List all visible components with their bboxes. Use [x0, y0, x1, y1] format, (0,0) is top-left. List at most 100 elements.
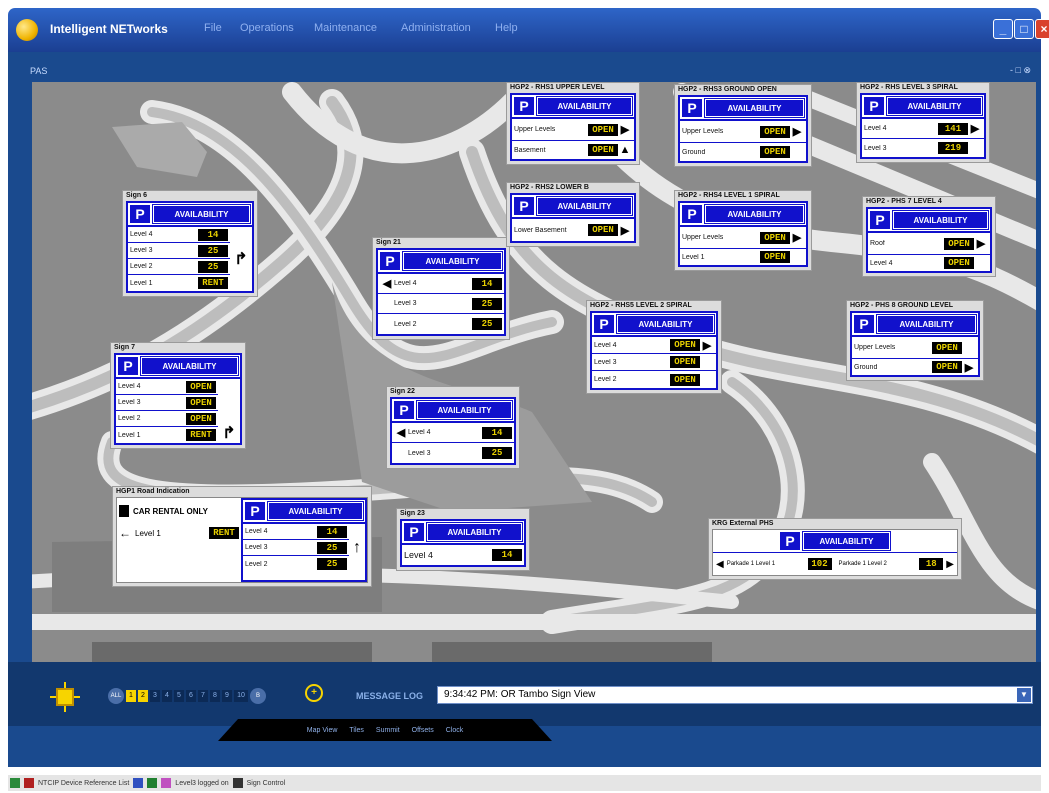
level-3-button[interactable]: 3 [150, 690, 160, 702]
parking-icon: P [514, 97, 534, 115]
level-9-button[interactable]: 9 [222, 690, 232, 702]
arrow-up-icon: ▲ [619, 144, 631, 156]
tab-tiles[interactable]: Tiles [349, 727, 364, 734]
chevron-down-icon[interactable]: ▼ [1017, 688, 1031, 702]
sign-rhs4-panel[interactable]: HGP2 - RHS4 LEVEL 1 SPIRAL P AVAILABILITY… [674, 190, 812, 271]
compass-icon[interactable] [50, 682, 80, 712]
parking-icon: P [514, 197, 534, 215]
level-6-button[interactable]: 6 [186, 690, 196, 702]
level-label: Level 4 [404, 551, 434, 559]
app-logo-icon [16, 19, 38, 41]
arrow-right-icon: ▶ [970, 123, 980, 135]
sign-phs7-panel[interactable]: HGP2 - PHS 7 LEVEL 4 P AVAILABILITY Roof O… [862, 196, 996, 277]
level-label: Level 3 [130, 247, 153, 254]
sign-hgp1-road-panel[interactable]: HGP1 Road Indication CAR RENTAL ONLY ← Le… [112, 486, 372, 587]
zoom-icon[interactable]: + [305, 684, 323, 702]
level-2-button[interactable]: 2 [138, 690, 148, 702]
menu-operations[interactable]: Operations [240, 22, 294, 34]
level-label: Level 3 [394, 300, 417, 307]
level-label: Upper Levels [514, 126, 556, 133]
level-8-button[interactable]: 8 [210, 690, 220, 702]
level-10-button[interactable]: 10 [234, 690, 248, 702]
sign-display: P AVAILABILITY Level 4 14 Level 3 25 Level … [126, 201, 254, 293]
level-label: Basement [514, 146, 546, 154]
sign-display: P AVAILABILITY ◀ Level 4 14 Level 3 25 [390, 397, 516, 465]
sign-title: Sign 7 [114, 344, 136, 351]
level-row: Lower Basement OPEN ▶ [512, 219, 634, 241]
level-all-button[interactable]: ALL [108, 688, 124, 704]
sign-title: HGP2 - RHS3 GROUND OPEN [678, 86, 777, 93]
parking-icon: P [864, 97, 884, 115]
level-value: 25 [472, 318, 502, 330]
level-1-button[interactable]: 1 [126, 690, 136, 702]
sign-title: Sign 22 [390, 388, 415, 395]
sign-rhs5-panel[interactable]: HGP2 - RHS5 LEVEL 2 SPIRAL P AVAILABILITY… [586, 300, 722, 394]
tab-map-view[interactable]: Map View [307, 727, 338, 734]
level-row: Level 2 25 [378, 314, 504, 334]
sign-22-panel[interactable]: Sign 22 P AVAILABILITY ◀ Level 4 14 Level 3… [386, 386, 520, 469]
status-sign-control[interactable]: Sign Control [247, 780, 286, 787]
level-row: Level 4 14 [402, 545, 524, 565]
availability-label: AVAILABILITY [140, 356, 239, 376]
sign-title: HGP2 - RHS LEVEL 3 SPIRAL [860, 84, 958, 91]
sign-21-panel[interactable]: Sign 21 P AVAILABILITY ◀ Level 4 14 Level 3… [372, 237, 510, 340]
map-panel-bar: PAS - □ ⊗ [22, 63, 1037, 81]
sign-phs8-panel[interactable]: HGP2 - PHS 8 GROUND LEVEL P AVAILABILITY … [846, 300, 984, 381]
tab-summit[interactable]: Summit [376, 727, 400, 734]
sign-rhs1-panel[interactable]: HGP2 - RHS1 UPPER LEVEL P AVAILABILITY Up… [506, 82, 640, 165]
minimize-button[interactable]: _ [993, 19, 1013, 39]
level-value: 219 [938, 142, 968, 154]
tab-offsets[interactable]: Offsets [412, 727, 434, 734]
status-device-list[interactable]: NTCIP Device Reference List [38, 780, 129, 787]
parking-icon: P [130, 205, 150, 223]
sign-external-phs-panel[interactable]: KRG External PHS P AVAILABILITY ◀ Parkade… [708, 518, 962, 580]
sign-6-panel[interactable]: Sign 6 P AVAILABILITY Level 4 14 Level 3 25… [122, 190, 258, 297]
tab-clock[interactable]: Clock [446, 727, 464, 734]
level-value: OPEN [186, 396, 216, 409]
availability-label: AVAILABILITY [704, 204, 805, 224]
level-row: Level 4 141 ▶ [862, 119, 984, 139]
level-row: Level 2 25 [243, 556, 349, 572]
app-title: Intelligent NETworks [50, 22, 168, 36]
message-log-field[interactable]: 9:34:42 PM: OR Tambo Sign View ▼ [437, 686, 1033, 704]
message-log-label: MESSAGE LOG [356, 691, 424, 701]
sign-rhs3-panel[interactable]: HGP2 - RHS3 GROUND OPEN P AVAILABILITY Up… [674, 84, 812, 167]
rental-section: CAR RENTAL ONLY ← Level 1 RENT [117, 498, 241, 582]
level-row: ◀ Level 4 14 [392, 423, 514, 443]
sign-7-panel[interactable]: Sign 7 P AVAILABILITY Level 4 OPEN Level 3… [110, 342, 246, 449]
level-label: Level 1 [130, 279, 153, 287]
level-label: Level 1 [118, 431, 141, 439]
level-b-button[interactable]: B [250, 688, 266, 704]
menu-file[interactable]: File [204, 22, 222, 34]
level-7-button[interactable]: 7 [198, 690, 208, 702]
level-row: Level 3 25 [243, 540, 349, 556]
level-label: Level 1 [682, 253, 705, 261]
sign-rhs2-panel[interactable]: HGP2 - RHS2 LOWER B P AVAILABILITY Lower … [506, 182, 640, 247]
maximize-button[interactable]: □ [1014, 19, 1034, 39]
arrow-right-icon: ▶ [976, 238, 986, 250]
level-row: Level 1 RENT [116, 427, 218, 443]
level-row: Level 1 OPEN [680, 249, 806, 265]
menu-administration[interactable]: Administration [401, 22, 471, 34]
map-panel-controls[interactable]: - □ ⊗ [1010, 65, 1031, 76]
sign-display: P AVAILABILITY Level 4 14 [400, 519, 526, 567]
level-row: Level 3 OPEN [116, 395, 218, 411]
sign-23-panel[interactable]: Sign 23 P AVAILABILITY Level 4 14 [396, 508, 530, 571]
level-label: Level 2 [594, 376, 617, 383]
level-row: Level 3 25 [392, 443, 514, 463]
level-row: Level 4 14 [128, 227, 230, 243]
level-label: Level 2 [118, 415, 141, 422]
sign-title: HGP2 - RHS4 LEVEL 1 SPIRAL [678, 192, 780, 199]
level-label: Ground [854, 363, 878, 371]
parkade-left-value: 102 [807, 558, 832, 570]
arrow-right-icon: ▶ [792, 126, 802, 138]
menu-maintenance[interactable]: Maintenance [314, 22, 377, 34]
level-5-button[interactable]: 5 [174, 690, 184, 702]
level-label: Level 4 [118, 383, 141, 390]
level-row: Level 2 OPEN [592, 371, 716, 388]
close-button[interactable]: × [1035, 19, 1049, 39]
arrow-up-icon: ↑ [353, 539, 361, 556]
sign-rhs-level3-panel[interactable]: HGP2 - RHS LEVEL 3 SPIRAL P AVAILABILITY … [856, 82, 990, 163]
level-4-button[interactable]: 4 [162, 690, 172, 702]
menu-help[interactable]: Help [495, 22, 518, 34]
